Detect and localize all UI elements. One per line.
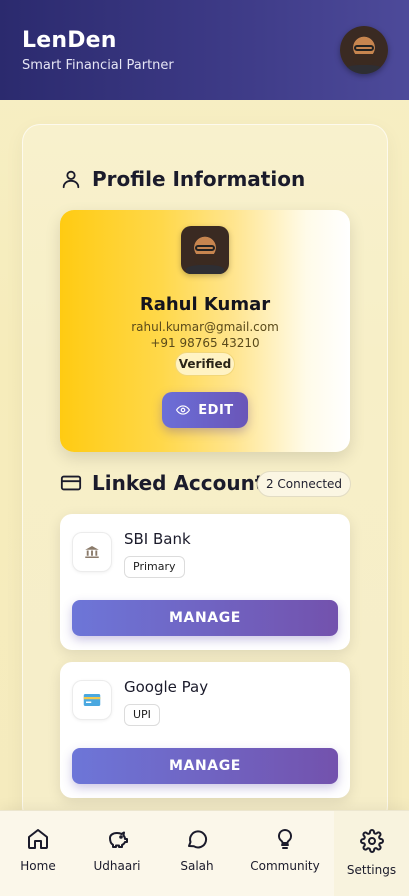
account-card-gpay: Google Pay UPI MANAGE (60, 662, 350, 798)
profile-section-header: Profile Information (60, 167, 305, 191)
nav-label-settings: Settings (346, 863, 397, 877)
nav-item-home[interactable]: Home (6, 811, 70, 896)
avatar-shirt (185, 265, 225, 274)
chat-bubble-icon (188, 830, 208, 849)
linked-accounts-header: Linked Accounts (60, 471, 276, 495)
app-tagline: Smart Financial Partner (22, 58, 174, 73)
edit-profile-button[interactable]: EDIT (162, 392, 248, 428)
nav-label-udhaari: Udhaari (93, 859, 141, 873)
manage-gpay-button[interactable]: MANAGE (72, 748, 338, 784)
edit-button-label: EDIT (198, 402, 234, 418)
avatar-glasses (354, 45, 374, 51)
gear-icon (359, 829, 384, 853)
card-icon (72, 680, 112, 720)
app-name: LenDen (22, 28, 117, 53)
profile-phone: +91 98765 43210 (150, 336, 260, 350)
linked-accounts-title: Linked Accounts (92, 471, 277, 495)
verified-badge: Verified (175, 352, 235, 376)
profile-section-title: Profile Information (92, 167, 306, 191)
nav-label-community: Community (250, 859, 320, 873)
nav-item-settings[interactable]: Settings (334, 811, 409, 896)
account-name: Google Pay (124, 678, 209, 696)
piggy-bank-icon (109, 831, 128, 848)
nav-item-salah[interactable]: Salah (164, 811, 230, 896)
profile-name: Rahul Kumar (139, 294, 271, 315)
nav-label-home: Home (20, 859, 56, 873)
account-card-sbi: SBI Bank Primary MANAGE (60, 514, 350, 650)
account-name: SBI Bank (124, 530, 191, 548)
nav-item-community[interactable]: Community (246, 811, 324, 896)
user-icon (62, 170, 80, 189)
bank-icon (72, 532, 112, 572)
connected-count-badge: 2 Connected (257, 471, 351, 497)
credit-card-icon (60, 475, 82, 491)
nav-label-salah: Salah (180, 859, 214, 873)
account-tag: Primary (124, 556, 185, 578)
app-header: LenDen Smart Financial Partner (0, 0, 409, 100)
profile-avatar (181, 226, 229, 274)
avatar-beard (194, 253, 216, 266)
avatar-shirt (344, 65, 384, 74)
avatar-beard (353, 53, 375, 66)
account-tag: UPI (124, 704, 160, 726)
bottom-navigation: Home Udhaari Salah Community Settings (0, 810, 409, 896)
manage-sbi-button[interactable]: MANAGE (72, 600, 338, 636)
eye-icon (176, 405, 191, 415)
user-avatar[interactable] (340, 26, 388, 74)
nav-item-udhaari[interactable]: Udhaari (84, 811, 150, 896)
profile-email: rahul.kumar@gmail.com (131, 320, 279, 334)
avatar-glasses (195, 245, 215, 251)
lightbulb-icon (277, 828, 293, 849)
home-icon (28, 829, 48, 849)
